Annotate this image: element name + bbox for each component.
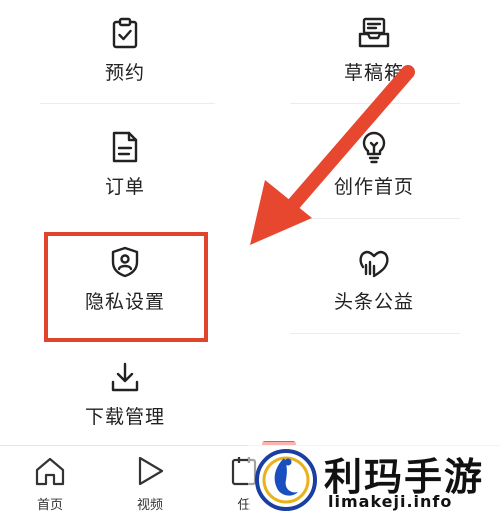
nav-item-label: 视频: [136, 498, 163, 513]
menu-item-label: 预约: [104, 62, 145, 84]
menu-item-orders[interactable]: 订单: [50, 130, 200, 199]
menu-item-label: 订单: [104, 176, 145, 198]
menu-item-label: 创作首页: [333, 176, 414, 198]
divider: [290, 103, 460, 104]
play-icon: [133, 454, 167, 488]
watermark-url: limakeji.info: [328, 492, 453, 511]
menu-item-reservation[interactable]: 预约: [50, 16, 200, 85]
nav-item-video[interactable]: 视频: [120, 454, 180, 513]
charity-heart-icon: [357, 245, 391, 279]
drafts-tray-icon: [357, 16, 391, 50]
menu-item-label: 下载管理: [84, 406, 165, 428]
menu-item-drafts[interactable]: 草稿箱: [299, 16, 449, 85]
download-icon: [108, 360, 142, 394]
menu-item-label: 草稿箱: [343, 62, 404, 84]
watermark-logo-icon: [255, 449, 317, 511]
menu-item-charity[interactable]: 头条公益: [299, 245, 449, 314]
highlight-box: [44, 232, 208, 342]
home-icon: [33, 454, 67, 488]
menu-item-creator-home[interactable]: 创作首页: [299, 130, 449, 199]
nav-item-home[interactable]: 首页: [20, 454, 80, 513]
divider: [290, 333, 460, 334]
lightbulb-icon: [357, 130, 391, 164]
divider: [290, 218, 460, 219]
document-icon: [108, 130, 142, 164]
divider: [40, 103, 215, 104]
watermark: 利玛手游 limakeji.info: [248, 442, 500, 517]
menu-item-label: 头条公益: [333, 291, 414, 313]
menu-item-download-manager[interactable]: 下载管理: [50, 360, 200, 429]
clipboard-check-icon: [108, 16, 142, 50]
nav-item-label: 首页: [36, 498, 63, 513]
